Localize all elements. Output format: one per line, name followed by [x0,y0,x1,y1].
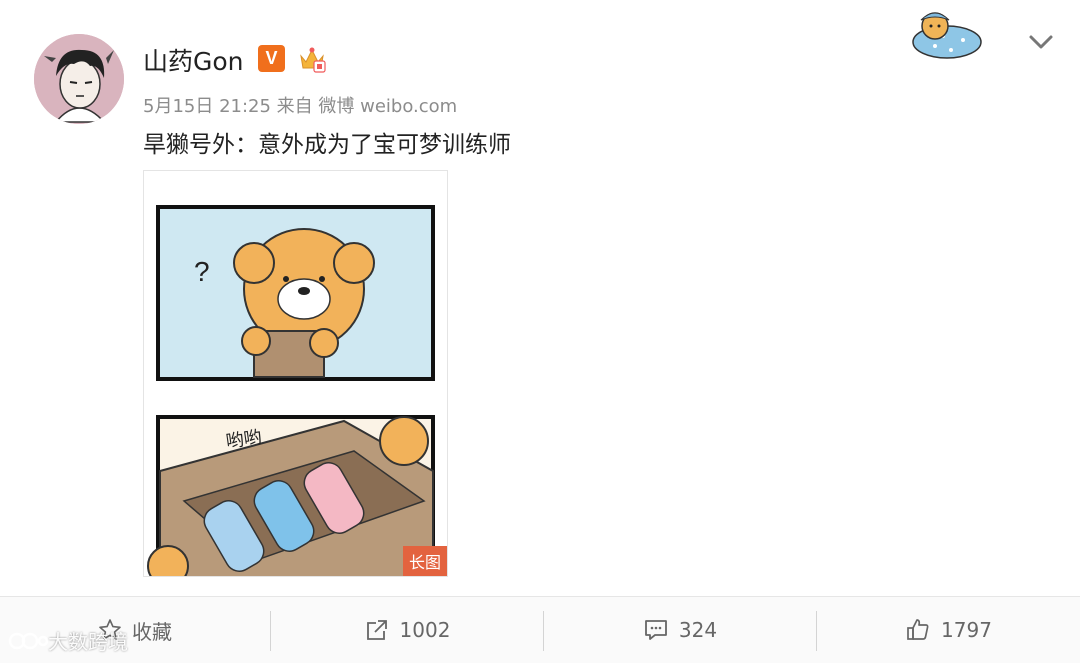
watermark: 大数跨境 [8,626,128,655]
watermark-text: 大数跨境 [48,630,128,654]
like-button[interactable]: 1797 [817,597,1080,663]
avatar-illustration [34,34,124,124]
username[interactable]: 山药Gon [143,42,244,78]
chevron-down-icon[interactable] [1026,28,1056,54]
long-image-tag: 长图 [402,546,447,576]
crown-badge-icon[interactable] [297,44,327,74]
watermark-logo-icon [8,632,48,649]
share-icon [366,620,387,640]
comment-icon [645,620,667,640]
favorite-label: 收藏 [132,619,172,644]
like-count: 1797 [941,618,992,642]
thumbs-up-icon [907,619,929,640]
comic-illustration: ? 哟哟 [147,205,435,576]
user-avatar[interactable] [34,34,124,124]
repost-count: 1002 [399,618,451,642]
post-image[interactable]: ? 哟哟 长图 [143,170,448,577]
action-bar: 收藏 1002 324 1797 [0,596,1080,663]
post-meta: 5月15日 21:25 来自 微博 weibo.com [143,96,458,117]
comment-button[interactable]: 324 [544,597,816,663]
repost-button[interactable]: 1002 [271,597,543,663]
comment-count: 324 [678,618,718,642]
decorative-sticker-icon [905,4,985,64]
svg-text:?: ? [194,256,210,287]
verified-badge[interactable]: V [258,45,285,72]
post-text: 旱獭号外：意外成为了宝可梦训练师 [143,132,511,158]
